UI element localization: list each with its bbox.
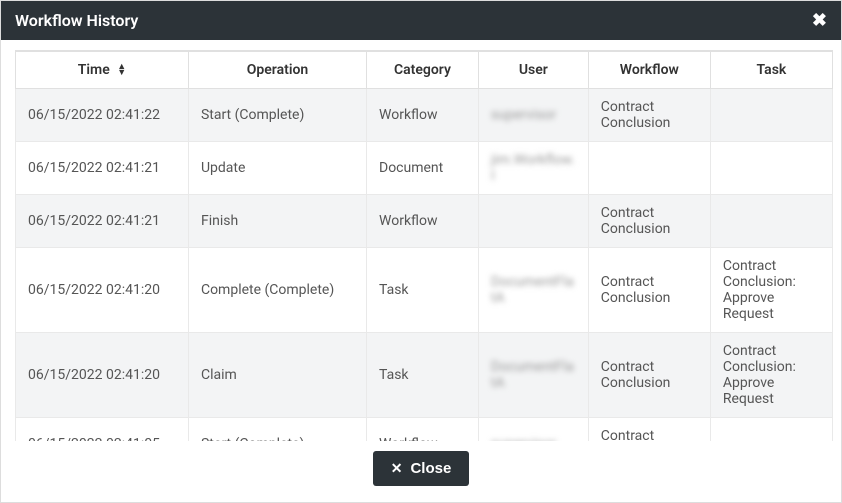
close-button-icon: ✕ xyxy=(391,460,403,477)
col-user[interactable]: User xyxy=(478,52,588,89)
cell-user: DocumentFlatA xyxy=(478,333,588,418)
cell-category: Document xyxy=(367,142,479,195)
cell-time: 06/15/2022 02:41:21 xyxy=(16,195,189,248)
cell-workflow: Contract Conclusion xyxy=(588,248,710,333)
cell-category: Workflow xyxy=(367,89,479,142)
cell-workflow: Contract Conclusion xyxy=(588,195,710,248)
workflow-history-modal: Workflow History ✖ Time ▲ ▼ xyxy=(0,0,842,503)
col-workflow[interactable]: Workflow xyxy=(588,52,710,89)
blurred-user-text: supervisor xyxy=(491,436,556,441)
modal-header: Workflow History ✖ xyxy=(1,1,841,40)
cell-time: 06/15/2022 02:41:21 xyxy=(16,142,189,195)
blurred-user-text: supervisor xyxy=(491,107,556,123)
cell-operation: Complete (Complete) xyxy=(188,248,366,333)
table-row: 06/15/2022 02:41:20ClaimTask DocumentFlat… xyxy=(16,333,833,418)
cell-category: Task xyxy=(367,248,479,333)
cell-workflow: Contract Conclusion xyxy=(588,333,710,418)
cell-workflow: Contract Conclusion xyxy=(588,418,710,442)
cell-category: Workflow xyxy=(367,418,479,442)
cell-task: Contract Conclusion: Approve Request xyxy=(710,333,832,418)
cell-task xyxy=(710,418,832,442)
col-task-label: Task xyxy=(757,62,787,78)
cell-task: Contract Conclusion: Approve Request xyxy=(710,248,832,333)
cell-time: 06/15/2022 02:41:05 xyxy=(16,418,189,442)
cell-time: 06/15/2022 02:41:22 xyxy=(16,89,189,142)
cell-user: DocumentFlatA xyxy=(478,248,588,333)
table-body: 06/15/2022 02:41:22Start (Complete)Workf… xyxy=(16,89,833,442)
cell-user xyxy=(478,195,588,248)
blurred-user-text: DocumentFlatA xyxy=(491,359,574,391)
close-button[interactable]: ✕ Close xyxy=(373,451,470,486)
blurred-user-text: jim.Workflow.I xyxy=(491,152,575,184)
cell-user: supervisor xyxy=(478,89,588,142)
close-icon[interactable]: ✖ xyxy=(812,12,827,30)
cell-task xyxy=(710,142,832,195)
cell-task xyxy=(710,195,832,248)
cell-operation: Start (Complete) xyxy=(188,89,366,142)
cell-operation: Claim xyxy=(188,333,366,418)
table-row: 06/15/2022 02:41:20Complete (Complete)Ta… xyxy=(16,248,833,333)
modal-body: Time ▲ ▼ Operation Category User Workflo… xyxy=(1,40,841,441)
col-time-label: Time xyxy=(78,62,110,78)
cell-workflow: Contract Conclusion xyxy=(588,89,710,142)
col-category[interactable]: Category xyxy=(367,52,479,89)
col-operation-label: Operation xyxy=(247,62,308,78)
cell-operation: Update xyxy=(188,142,366,195)
cell-category: Task xyxy=(367,333,479,418)
modal-title: Workflow History xyxy=(15,11,138,30)
cell-operation: Finish xyxy=(188,195,366,248)
table-scroll-area[interactable]: Time ▲ ▼ Operation Category User Workflo… xyxy=(15,50,833,441)
sort-icon[interactable]: ▲ ▼ xyxy=(117,64,126,76)
cell-user: supervisor xyxy=(478,418,588,442)
cell-operation: Start (Complete) xyxy=(188,418,366,442)
sort-down-icon: ▼ xyxy=(117,70,126,76)
col-time[interactable]: Time ▲ ▼ xyxy=(16,52,189,89)
blurred-user-text: DocumentFlatA xyxy=(491,274,574,306)
col-workflow-label: Workflow xyxy=(620,62,679,78)
history-table: Time ▲ ▼ Operation Category User Workflo… xyxy=(15,51,833,441)
cell-time: 06/15/2022 02:41:20 xyxy=(16,333,189,418)
close-button-label: Close xyxy=(410,460,451,477)
cell-user: jim.Workflow.I xyxy=(478,142,588,195)
col-category-label: Category xyxy=(394,62,451,78)
table-row: 06/15/2022 02:41:05Start (Complete)Workf… xyxy=(16,418,833,442)
col-task[interactable]: Task xyxy=(710,52,832,89)
col-operation[interactable]: Operation xyxy=(188,52,366,89)
table-row: 06/15/2022 02:41:21UpdateDocument jim.Wor… xyxy=(16,142,833,195)
table-header-row: Time ▲ ▼ Operation Category User Workflo… xyxy=(16,52,833,89)
col-user-label: User xyxy=(519,62,548,78)
cell-workflow xyxy=(588,142,710,195)
cell-time: 06/15/2022 02:41:20 xyxy=(16,248,189,333)
table-row: 06/15/2022 02:41:21FinishWorkflow Contrac… xyxy=(16,195,833,248)
modal-footer: ✕ Close xyxy=(1,441,841,502)
table-row: 06/15/2022 02:41:22Start (Complete)Workf… xyxy=(16,89,833,142)
cell-category: Workflow xyxy=(367,195,479,248)
cell-task xyxy=(710,89,832,142)
